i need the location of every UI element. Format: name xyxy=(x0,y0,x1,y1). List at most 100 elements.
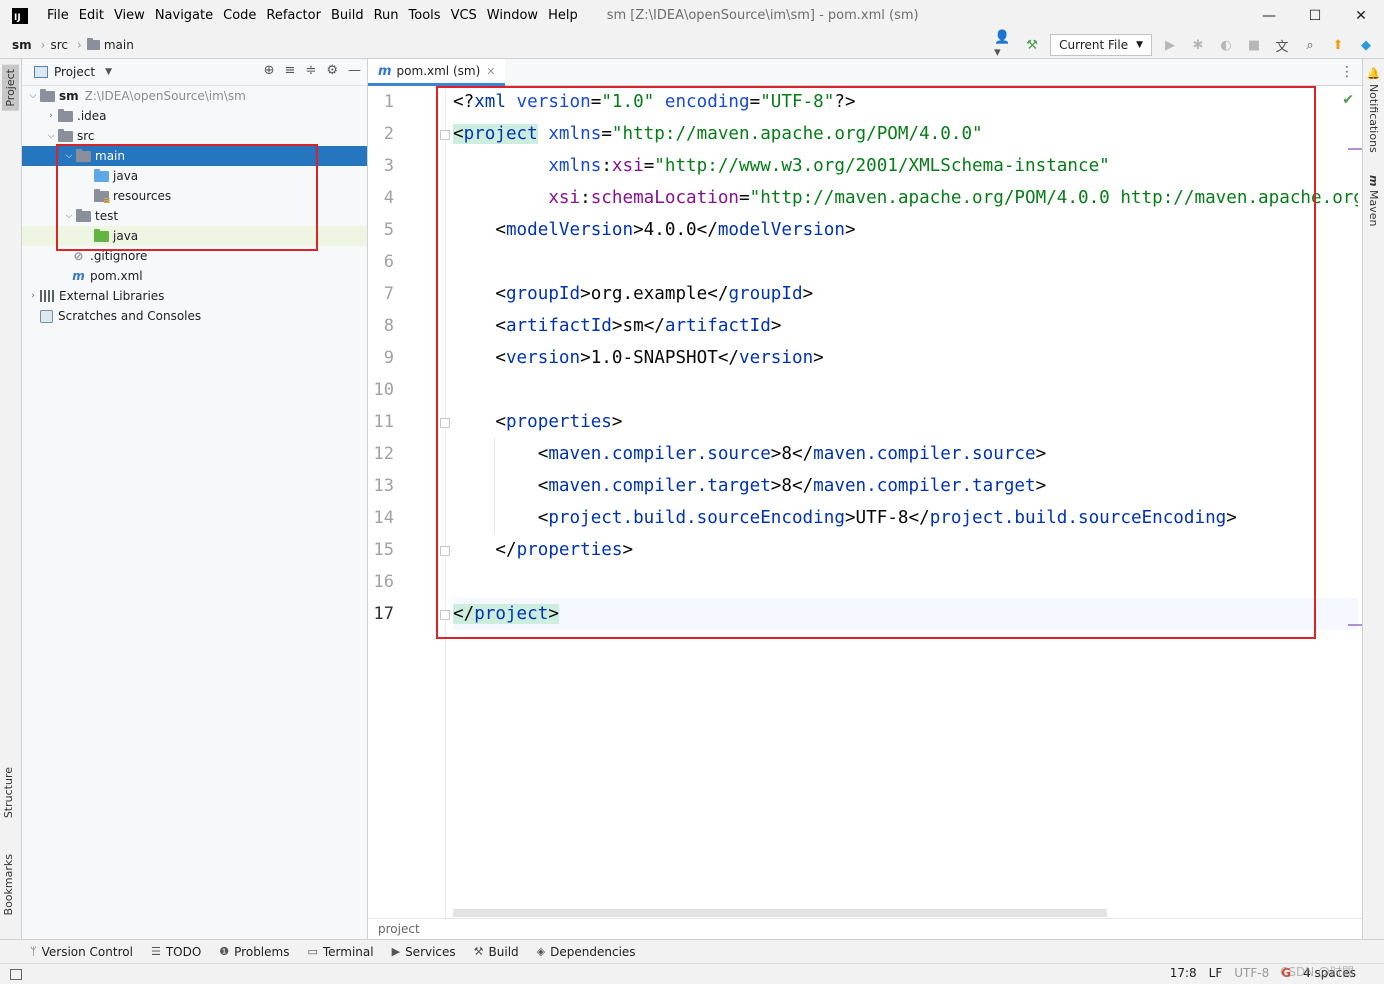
menu-run[interactable]: Run xyxy=(369,8,404,23)
chevron-down-icon[interactable]: ⌵ xyxy=(62,211,76,221)
tree-row-test[interactable]: ⌵ test xyxy=(22,206,367,226)
tool-tab-bookmarks[interactable]: Bookmarks xyxy=(2,854,15,915)
user-icon[interactable]: 👤▾ xyxy=(994,30,1014,60)
update-icon[interactable]: ⬆ xyxy=(1328,35,1348,55)
crumb-sm[interactable]: sm xyxy=(12,38,32,52)
collapse-all-icon[interactable]: ≑ xyxy=(305,63,316,78)
menu-refactor[interactable]: Refactor xyxy=(261,8,326,23)
menu-vcs[interactable]: VCS xyxy=(446,8,482,23)
tool-tab-project-label: Project xyxy=(4,69,17,107)
tool-version-control[interactable]: ᛘ Version Control xyxy=(30,945,133,959)
tool-tab-project[interactable]: Project xyxy=(2,65,19,111)
menu-code[interactable]: Code xyxy=(218,8,261,23)
chevron-down-icon[interactable]: ▼ xyxy=(105,67,112,77)
breadcrumb: sm › src › main xyxy=(12,37,138,52)
maximize-button[interactable]: ☐ xyxy=(1292,0,1338,31)
close-button[interactable]: ✕ xyxy=(1338,0,1384,31)
tree-row-scratches[interactable]: Scratches and Consoles xyxy=(22,306,367,326)
chevron-down-icon[interactable]: ⌵ xyxy=(26,91,40,101)
more-vertical-icon[interactable]: ⋮ xyxy=(1340,64,1354,80)
error-stripe-mark[interactable] xyxy=(1348,148,1362,150)
stop-icon[interactable]: ■ xyxy=(1244,35,1264,55)
run-configuration-select[interactable]: Current File ▼ xyxy=(1050,34,1152,56)
tree-row-pom[interactable]: m pom.xml xyxy=(22,266,367,286)
crumb-main[interactable]: main xyxy=(104,38,134,52)
toggle-tool-windows-icon[interactable] xyxy=(10,968,22,980)
code-line: <maven.compiler.source>8</maven.compiler… xyxy=(537,444,1047,464)
minimize-button[interactable]: — xyxy=(1246,0,1292,31)
chevron-down-icon[interactable]: ⌵ xyxy=(44,131,58,141)
menu-file[interactable]: File xyxy=(42,8,74,23)
tree-label: .gitignore xyxy=(90,249,148,263)
translate-icon[interactable]: 文 xyxy=(1272,35,1292,55)
tree-row-test-java[interactable]: java xyxy=(22,226,367,246)
tool-services[interactable]: ▶ Services xyxy=(392,945,456,959)
build-hammer-icon[interactable]: ⚒ xyxy=(1022,35,1042,55)
coverage-icon[interactable]: ◐ xyxy=(1216,35,1236,55)
line-separator[interactable]: LF xyxy=(1209,966,1223,980)
project-panel: Project ▼ ⊕ ≡ ≑ ⚙ — ⌵ sm Z:\IDEA\openSou… xyxy=(22,59,368,939)
hammer-icon: ⚒ xyxy=(473,945,484,958)
chevron-right-icon[interactable]: › xyxy=(44,111,58,121)
fold-marker-icon[interactable] xyxy=(440,418,450,428)
services-icon: ▶ xyxy=(391,945,401,958)
caret-position[interactable]: 17:8 xyxy=(1170,966,1197,980)
tree-row-src[interactable]: ⌵ src xyxy=(22,126,367,146)
crumb-src[interactable]: src xyxy=(50,38,68,52)
tree-row-resources[interactable]: resources xyxy=(22,186,367,206)
tool-dependencies[interactable]: ◈ Dependencies xyxy=(537,945,636,959)
gear-icon[interactable]: ⚙ xyxy=(326,63,338,78)
horizontal-scrollbar[interactable] xyxy=(453,909,1107,917)
run-icon[interactable]: ▶ xyxy=(1160,35,1180,55)
menu-window[interactable]: Window xyxy=(482,8,543,23)
menu-navigate[interactable]: Navigate xyxy=(150,8,218,23)
tool-build[interactable]: ⚒ Build xyxy=(474,945,519,959)
tree-row-idea[interactable]: › .idea xyxy=(22,106,367,126)
menu-build[interactable]: Build xyxy=(326,8,369,23)
tool-todo[interactable]: ☰ TODO xyxy=(151,945,201,959)
close-icon[interactable]: ✕ xyxy=(486,65,495,78)
left-tool-strip: Project Structure Bookmarks xyxy=(0,59,22,939)
project-panel-title[interactable]: Project xyxy=(54,65,95,79)
expand-all-icon[interactable]: ≡ xyxy=(285,63,296,78)
tool-terminal[interactable]: ▭ Terminal xyxy=(307,945,373,959)
hide-icon[interactable]: — xyxy=(348,63,361,78)
debug-icon[interactable]: ✱ xyxy=(1188,35,1208,55)
menu-view[interactable]: View xyxy=(109,8,150,23)
menu-help[interactable]: Help xyxy=(543,8,583,23)
test-source-folder-icon xyxy=(94,228,109,242)
search-icon[interactable]: ⌕ xyxy=(1300,35,1320,55)
fold-marker-icon[interactable] xyxy=(440,610,450,620)
locate-icon[interactable]: ⊕ xyxy=(264,63,275,78)
branch-icon: ᛘ xyxy=(30,945,37,958)
tool-problems[interactable]: ❶ Problems xyxy=(219,945,289,959)
menu-edit[interactable]: Edit xyxy=(74,8,109,23)
editor-breadcrumb-item[interactable]: project xyxy=(378,922,420,936)
code-line: <version>1.0-SNAPSHOT</version> xyxy=(495,348,824,368)
tree-row-main[interactable]: ⌵ main xyxy=(22,146,367,166)
tree-label: .idea xyxy=(77,109,107,123)
fold-marker-icon[interactable] xyxy=(440,546,450,556)
bottom-tool-bar: ᛘ Version Control ☰ TODO ❶ Problems ▭ Termin… xyxy=(0,939,1384,963)
menu-tools[interactable]: Tools xyxy=(404,8,446,23)
code-editor[interactable]: 1 2 3 4 5 6 7 8 9 10 11 12 13 14 15 16 1… xyxy=(368,86,1362,918)
tool-tab-structure[interactable]: Structure xyxy=(2,767,15,818)
code-line: <?xml version="1.0" encoding="UTF-8"?> xyxy=(453,92,856,112)
file-encoding[interactable]: UTF-8 xyxy=(1234,966,1269,980)
tool-tab-notifications[interactable]: 🔔 Notifications xyxy=(1367,67,1380,153)
tree-row-external-libraries[interactable]: › External Libraries xyxy=(22,286,367,306)
maven-file-icon: m xyxy=(378,63,392,79)
tree-row-sm[interactable]: ⌵ sm Z:\IDEA\openSource\im\sm xyxy=(22,86,367,106)
code-line: xmlns:xsi="http://www.w3.org/2001/XMLSch… xyxy=(548,156,1110,176)
tool-tab-maven[interactable]: m Maven xyxy=(1367,175,1380,226)
tree-row-gitignore[interactable]: ⊘ .gitignore xyxy=(22,246,367,266)
editor-tab-pom[interactable]: m pom.xml (sm) ✕ xyxy=(368,59,506,86)
plugin-icon[interactable]: ◆ xyxy=(1356,35,1376,55)
inspection-ok-icon[interactable]: ✔ xyxy=(1342,92,1354,108)
chevron-right-icon[interactable]: › xyxy=(26,291,40,301)
maven-icon: m xyxy=(1367,175,1380,187)
fold-marker-icon[interactable] xyxy=(440,130,450,140)
error-stripe-mark[interactable] xyxy=(1348,624,1362,626)
chevron-down-icon[interactable]: ⌵ xyxy=(62,151,76,161)
tree-row-main-java[interactable]: java xyxy=(22,166,367,186)
